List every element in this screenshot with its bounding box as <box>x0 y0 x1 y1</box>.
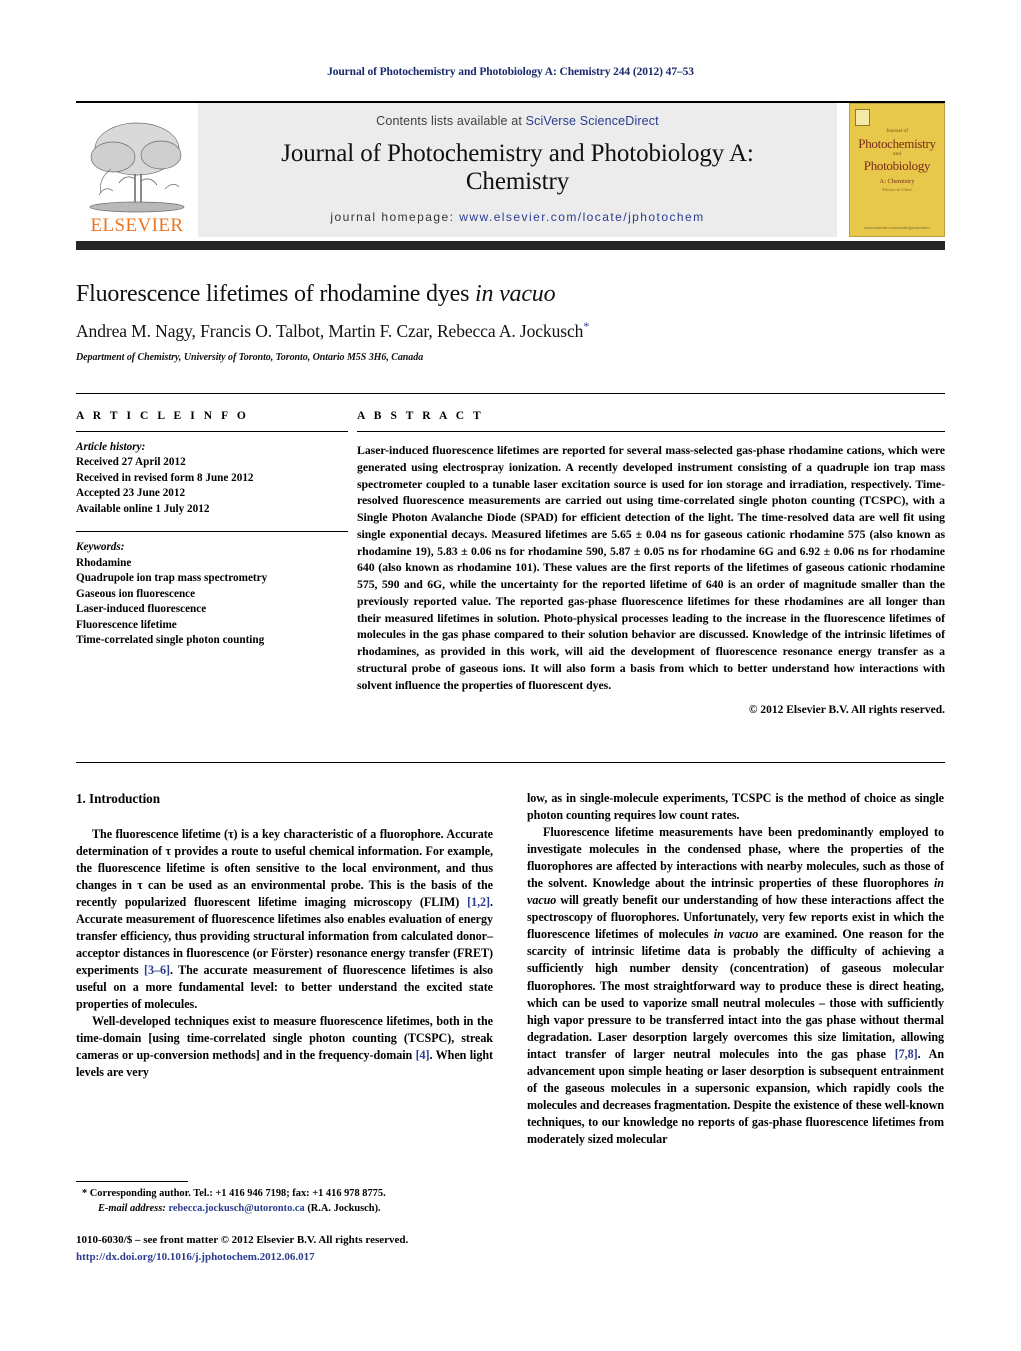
article-title-italic: in vacuo <box>475 281 556 307</box>
footnote-email-suffix: (R.A. Jockusch). <box>304 1202 381 1214</box>
article-info-rule-1 <box>76 431 348 432</box>
article-info-column: A R T I C L E I N F O Article history: R… <box>76 410 348 648</box>
paragraph: Well-developed techniques exist to measu… <box>76 1013 493 1081</box>
history-item: Received in revised form 8 June 2012 <box>76 471 254 484</box>
issn-copyright-line: 1010-6030/$ – see front matter © 2012 El… <box>76 1234 409 1246</box>
paragraph: The fluorescence lifetime (τ) is a key c… <box>76 826 493 1014</box>
email-link[interactable]: rebecca.jockusch@utoronto.ca <box>168 1203 304 1214</box>
cover-subtitle-2: Editors-in-Chief <box>882 187 912 192</box>
journal-title: Journal of Photochemistry and Photobiolo… <box>281 140 754 196</box>
citation-ref[interactable]: [4] <box>416 1048 430 1062</box>
contents-prefix: Contents lists available at <box>376 114 526 128</box>
footnote-line-2: E-mail address: rebecca.jockusch@utoront… <box>76 1202 493 1217</box>
authors-names: Andrea M. Nagy, Francis O. Talbot, Marti… <box>76 320 584 341</box>
corresponding-author-footnote: * Corresponding author. Tel.: +1 416 946… <box>76 1187 493 1217</box>
footnote-separator-rule <box>76 1181 188 1182</box>
journal-article-page: Journal of Photochemistry and Photobiolo… <box>0 0 1021 1351</box>
abstract-heading: A B S T R A C T <box>357 410 484 422</box>
body-column-right: low, as in single-molecule experiments, … <box>527 790 944 1190</box>
homepage-label: journal homepage: <box>330 210 460 224</box>
section-heading-introduction: 1. Introduction <box>76 791 161 806</box>
history-item: Available online 1 July 2012 <box>76 502 210 515</box>
para-text: The fluorescence lifetime (τ) is a key c… <box>76 826 493 909</box>
page-title: Fluorescence lifetimes of rhodamine dyes… <box>76 281 945 308</box>
body-column-left: 1. Introduction The fluorescence lifetim… <box>76 790 493 1190</box>
keywords-block: Keywords: Rhodamine Quadrupole ion trap … <box>76 540 348 648</box>
abstract-text: Laser-induced fluorescence lifetimes are… <box>357 443 945 692</box>
history-item: Accepted 23 June 2012 <box>76 487 186 500</box>
abstract-rule <box>357 431 945 432</box>
homepage-url-link[interactable]: www.elsevier.com/locate/jphotochem <box>459 210 704 224</box>
article-title-main: Fluorescence lifetimes of rhodamine dyes <box>76 281 476 307</box>
para-italic: in vacuo <box>713 927 759 942</box>
email-address-label: E-mail address: <box>98 1202 166 1214</box>
doi-link[interactable]: http://dx.doi.org/10.1016/j.jphotochem.2… <box>76 1249 576 1266</box>
citation-ref[interactable]: [3–6] <box>144 963 170 977</box>
masthead-center: Contents lists available at SciVerse Sci… <box>198 103 837 237</box>
journal-cover-thumbnail: Journal of Photochemistry and Photobiolo… <box>849 103 945 237</box>
keyword-item: Time-correlated single photon counting <box>76 633 265 646</box>
abstract-copyright: © 2012 Elsevier B.V. All rights reserved… <box>748 704 945 717</box>
journal-homepage-line: journal homepage: www.elsevier.com/locat… <box>330 210 704 224</box>
masthead-bottom-bar <box>76 241 945 250</box>
keyword-item: Quadrupole ion trap mass spectrometry <box>76 572 268 585</box>
keyword-item: Rhodamine <box>76 556 132 569</box>
running-head: Journal of Photochemistry and Photobiolo… <box>327 66 694 78</box>
page-footer: 1010-6030/$ – see front matter © 2012 El… <box>76 1232 576 1265</box>
cover-title-1: Photochemistry <box>858 136 936 151</box>
masthead: ELSEVIER Contents lists available at Sci… <box>76 103 945 237</box>
para-text: are examined. One reason for the scarcit… <box>527 927 944 1061</box>
affiliation: Department of Chemistry, University of T… <box>76 352 424 363</box>
para-text: . An advancement upon simple heating or … <box>527 1046 945 1146</box>
keyword-item: Gaseous ion fluorescence <box>76 587 196 600</box>
cover-footer-url: www.elsevier.com/locate/jphotochem <box>864 225 930 230</box>
citation-ref[interactable]: [1,2] <box>467 895 490 909</box>
cover-publisher-mark-icon <box>855 109 870 126</box>
elsevier-tree-icon <box>89 122 185 213</box>
keyword-item: Fluorescence lifetime <box>76 618 177 631</box>
elsevier-wordmark: ELSEVIER <box>90 215 184 236</box>
body-columns: 1. Introduction The fluorescence lifetim… <box>76 790 945 1190</box>
para-text: Fluorescence lifetime measurements have … <box>527 825 944 891</box>
abstract-column: A B S T R A C T Laser-induced fluorescen… <box>357 410 945 716</box>
cover-kicker: Journal of <box>885 128 909 134</box>
article-info-heading: A R T I C L E I N F O <box>76 410 249 422</box>
cover-subtitle: A: Chemistry <box>879 178 915 185</box>
paragraph: low, as in single-molecule experiments, … <box>527 791 944 823</box>
history-item: Received 27 April 2012 <box>76 456 186 469</box>
journal-title-line1: Journal of Photochemistry and Photobiolo… <box>281 140 754 167</box>
author-list: Andrea M. Nagy, Francis O. Talbot, Marti… <box>76 319 945 342</box>
footnote-line-1: * Corresponding author. Tel.: +1 416 946… <box>76 1187 493 1202</box>
keyword-item: Laser-induced fluorescence <box>76 603 207 616</box>
article-history-block: Article history: Received 27 April 2012 … <box>76 440 348 517</box>
sciencedirect-link[interactable]: SciVerse ScienceDirect <box>526 114 659 128</box>
citation-ref[interactable]: [7,8] <box>895 1047 918 1061</box>
paragraph: Fluorescence lifetime measurements have … <box>527 824 944 1148</box>
keywords-label: Keywords: <box>76 541 125 554</box>
footnote-corresponding-text: Corresponding author. Tel.: +1 416 946 7… <box>87 1188 386 1199</box>
contents-available-line: Contents lists available at SciVerse Sci… <box>376 114 659 128</box>
journal-title-line2: Chemistry <box>465 168 570 195</box>
article-info-rule-2 <box>76 531 348 533</box>
info-abstract-top-rule <box>76 393 945 394</box>
abstract-bottom-rule <box>76 762 945 763</box>
elsevier-logo: ELSEVIER <box>76 103 198 237</box>
corresponding-author-marker: * <box>583 319 590 333</box>
cover-and: and <box>893 151 901 157</box>
cover-title-2: Photobiology <box>863 158 931 173</box>
article-history-label: Article history: <box>76 441 146 453</box>
